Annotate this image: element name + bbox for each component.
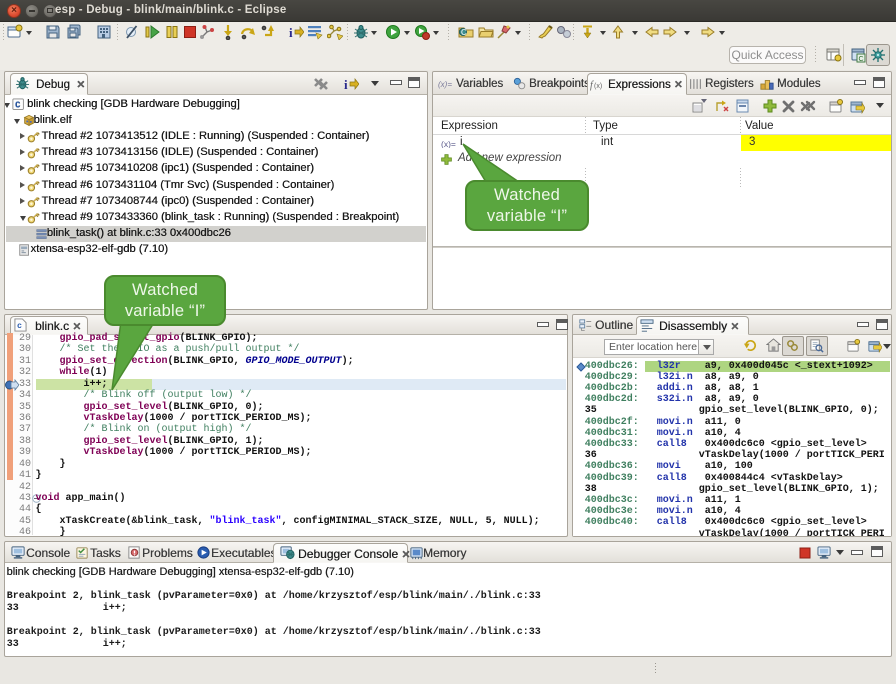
svg-text:(x)=: (x)= — [441, 139, 456, 148]
svg-text:i: i — [289, 25, 293, 40]
svg-text:(x): (x) — [594, 83, 602, 90]
svg-text:C: C — [859, 56, 864, 63]
svg-text:C: C — [14, 101, 19, 111]
svg-text:(x)=: (x)= — [438, 80, 452, 89]
svg-text:i: i — [344, 77, 348, 92]
svg-text:C: C — [461, 28, 467, 37]
